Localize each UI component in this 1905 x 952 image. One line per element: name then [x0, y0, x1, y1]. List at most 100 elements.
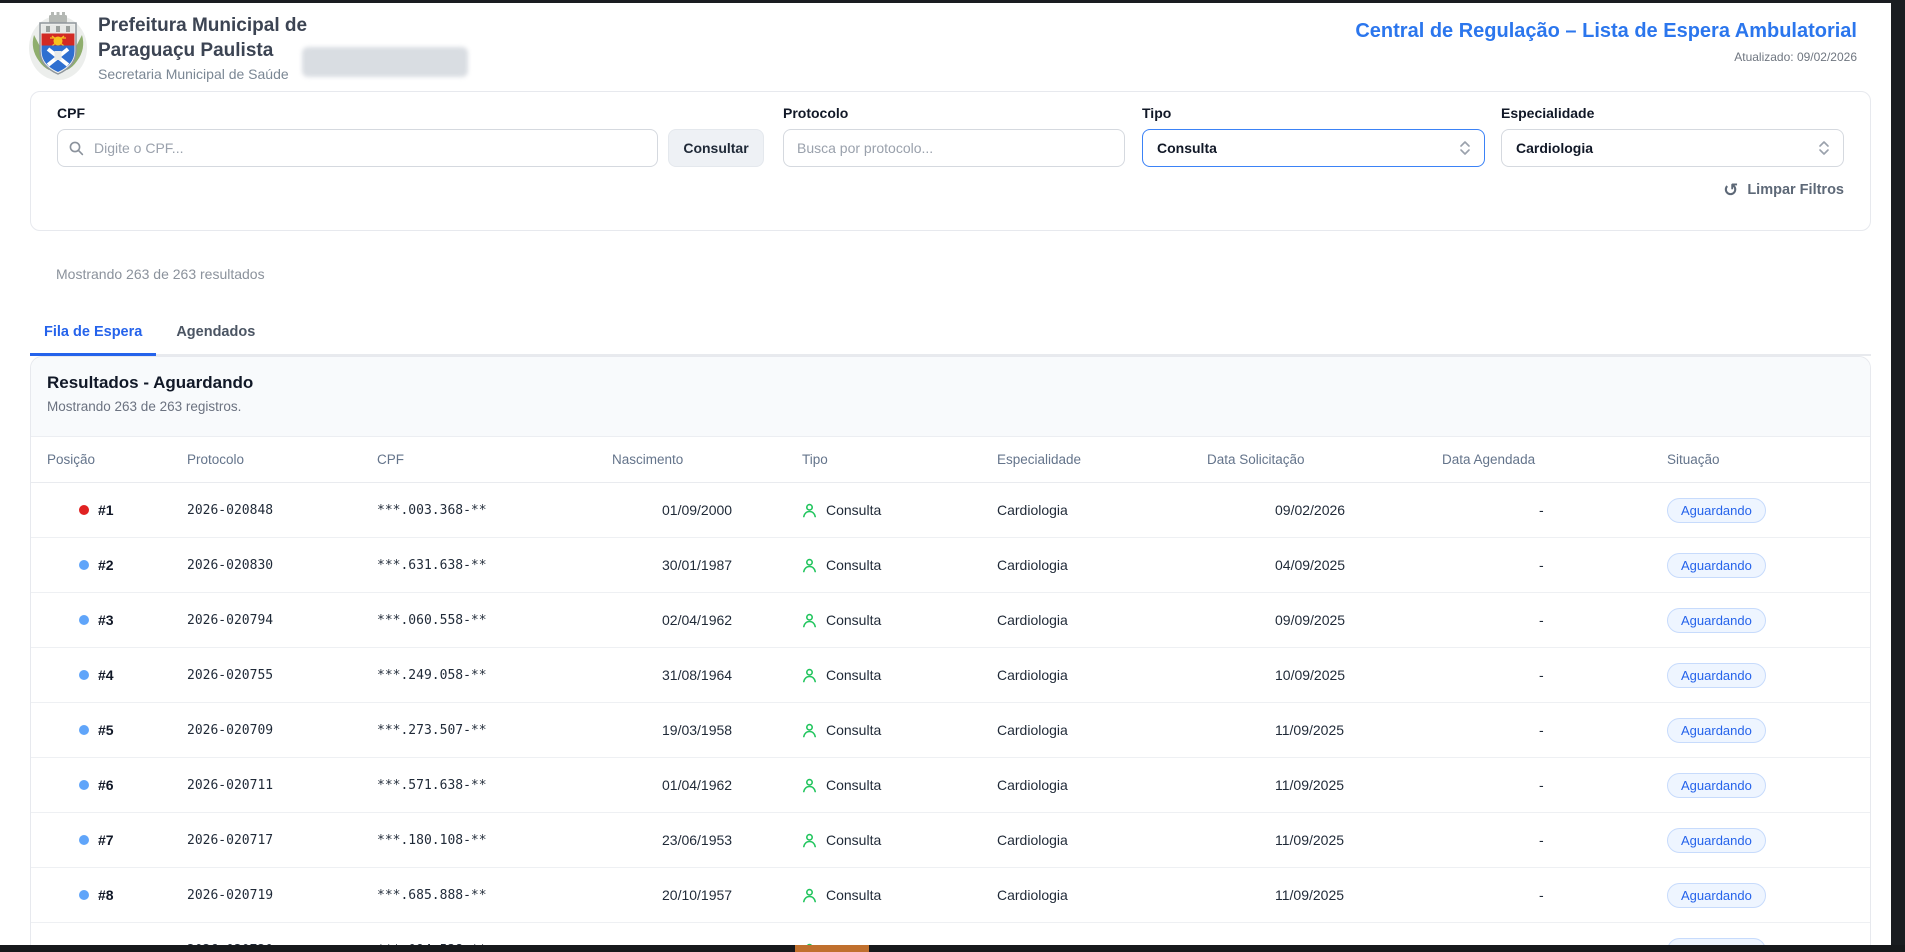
column-header: CPF	[377, 452, 612, 467]
user-icon	[802, 833, 817, 848]
scheduled-date-value: -	[1442, 612, 1667, 628]
requested-date-value: 11/09/2025	[1207, 887, 1442, 903]
scheduled-date-value: -	[1442, 777, 1667, 793]
type-cell: Consulta	[802, 832, 997, 848]
cpf-value: ***.685.888-**	[377, 888, 612, 903]
status-badge: Aguardando	[1667, 718, 1766, 743]
city-crest-logo-icon	[28, 11, 88, 81]
column-header: Data Solicitação	[1207, 452, 1442, 467]
page-title-block: Central de Regulação – Lista de Espera A…	[1355, 20, 1857, 64]
requested-date-value: 04/09/2025	[1207, 557, 1442, 573]
specialty-select-value: Cardiologia	[1516, 140, 1593, 156]
cpf-value: ***.060.558-**	[377, 613, 612, 628]
screen-edge-orange-segment	[795, 945, 869, 952]
tab-strip: Fila de Espera Agendados	[30, 314, 1871, 356]
user-icon	[802, 558, 817, 573]
cpf-label: CPF	[57, 105, 764, 121]
priority-dot-icon	[79, 780, 89, 790]
priority-dot-icon	[79, 890, 89, 900]
clear-filters-button[interactable]: ↺ Limpar Filtros	[1723, 182, 1844, 198]
position-cell: #2	[47, 557, 187, 573]
consult-button[interactable]: Consultar	[668, 129, 764, 167]
column-header: Data Agendada	[1442, 452, 1667, 467]
position-value: #1	[98, 502, 114, 518]
birth-date-value: 30/01/1987	[612, 557, 802, 573]
type-cell: Consulta	[802, 887, 997, 903]
specialty-value: Cardiologia	[997, 557, 1207, 573]
user-icon	[802, 723, 817, 738]
priority-dot-icon	[79, 670, 89, 680]
cpf-input[interactable]	[57, 129, 658, 167]
requested-date-value: 11/09/2025	[1207, 777, 1442, 793]
protocol-filter-group: Protocolo	[783, 105, 1125, 167]
cpf-value: ***.180.108-**	[377, 833, 612, 848]
type-value: Consulta	[826, 667, 881, 683]
column-header: Especialidade	[997, 452, 1207, 467]
type-value: Consulta	[826, 502, 881, 518]
specialty-value: Cardiologia	[997, 502, 1207, 518]
table-header-row: PosiçãoProtocoloCPFNascimentoTipoEspecia…	[31, 437, 1870, 483]
organization-name: Prefeitura Municipal de Paraguaçu Paulis…	[98, 13, 307, 82]
position-cell: #5	[47, 722, 187, 738]
scheduled-date-value: -	[1442, 832, 1667, 848]
tab-fila-de-espera[interactable]: Fila de Espera	[30, 314, 156, 356]
cpf-value: ***.571.638-**	[377, 778, 612, 793]
birth-date-value: 01/04/1962	[612, 777, 802, 793]
org-name-line1: Prefeitura Municipal de	[98, 13, 307, 38]
position-value: #7	[98, 832, 114, 848]
table-row: #7 2026-020717 ***.180.108-** 23/06/1953…	[31, 813, 1870, 868]
redacted-region	[302, 47, 468, 77]
type-cell: Consulta	[802, 667, 997, 683]
protocol-value: 2026-020717	[187, 833, 377, 848]
results-title: Resultados - Aguardando	[47, 373, 1854, 393]
status-badge: Aguardando	[1667, 553, 1766, 578]
table-row: #2 2026-020830 ***.631.638-** 30/01/1987…	[31, 538, 1870, 593]
search-icon	[68, 140, 84, 156]
requested-date-value: 10/09/2025	[1207, 667, 1442, 683]
position-value: #2	[98, 557, 114, 573]
birth-date-value: 20/10/1957	[612, 887, 802, 903]
specialty-value: Cardiologia	[997, 612, 1207, 628]
type-cell: Consulta	[802, 502, 997, 518]
position-value: #6	[98, 777, 114, 793]
protocol-value: 2026-020830	[187, 558, 377, 573]
column-header: Posição	[47, 452, 187, 467]
table-row: #5 2026-020709 ***.273.507-** 19/03/1958…	[31, 703, 1870, 758]
screen-edge-top	[0, 0, 1905, 3]
specialty-select[interactable]: Cardiologia	[1501, 129, 1844, 167]
position-cell: #3	[47, 612, 187, 628]
table-body: #1 2026-020848 ***.003.368-** 01/09/2000…	[31, 483, 1870, 945]
column-header: Protocolo	[187, 452, 377, 467]
position-cell: #1	[47, 502, 187, 518]
table-row: #6 2026-020711 ***.571.638-** 01/04/1962…	[31, 758, 1870, 813]
scheduled-date-value: -	[1442, 667, 1667, 683]
app-header: Prefeitura Municipal de Paraguaçu Paulis…	[0, 3, 1891, 91]
column-header: Situação	[1667, 452, 1854, 467]
table-row: #1 2026-020848 ***.003.368-** 01/09/2000…	[31, 483, 1870, 538]
org-name-line2: Paraguaçu Paulista	[98, 38, 307, 63]
user-icon	[802, 503, 817, 518]
table-row: #9 2026-020720 ***.094.538-** 04/10/1956…	[31, 923, 1870, 945]
column-header: Nascimento	[612, 452, 802, 467]
status-badge: Aguardando	[1667, 663, 1766, 688]
protocol-value: 2026-020709	[187, 723, 377, 738]
priority-dot-icon	[79, 725, 89, 735]
type-cell: Consulta	[802, 612, 997, 628]
tab-agendados[interactable]: Agendados	[162, 314, 269, 356]
protocol-value: 2026-020794	[187, 613, 377, 628]
scheduled-date-value: -	[1442, 502, 1667, 518]
cpf-value: ***.249.058-**	[377, 668, 612, 683]
birth-date-value: 19/03/1958	[612, 722, 802, 738]
status-badge: Aguardando	[1667, 938, 1766, 946]
cpf-value: ***.631.638-**	[377, 558, 612, 573]
filters-panel: CPF Consultar Protocolo Tipo Consulta	[30, 91, 1871, 231]
clear-filters-label: Limpar Filtros	[1747, 182, 1844, 198]
protocol-value: 2026-020755	[187, 668, 377, 683]
type-value: Consulta	[826, 557, 881, 573]
specialty-value: Cardiologia	[997, 832, 1207, 848]
type-select[interactable]: Consulta	[1142, 129, 1485, 167]
cpf-filter-group: CPF Consultar	[57, 105, 764, 167]
position-cell: #6	[47, 777, 187, 793]
protocol-input[interactable]	[783, 129, 1125, 167]
scheduled-date-value: -	[1442, 887, 1667, 903]
